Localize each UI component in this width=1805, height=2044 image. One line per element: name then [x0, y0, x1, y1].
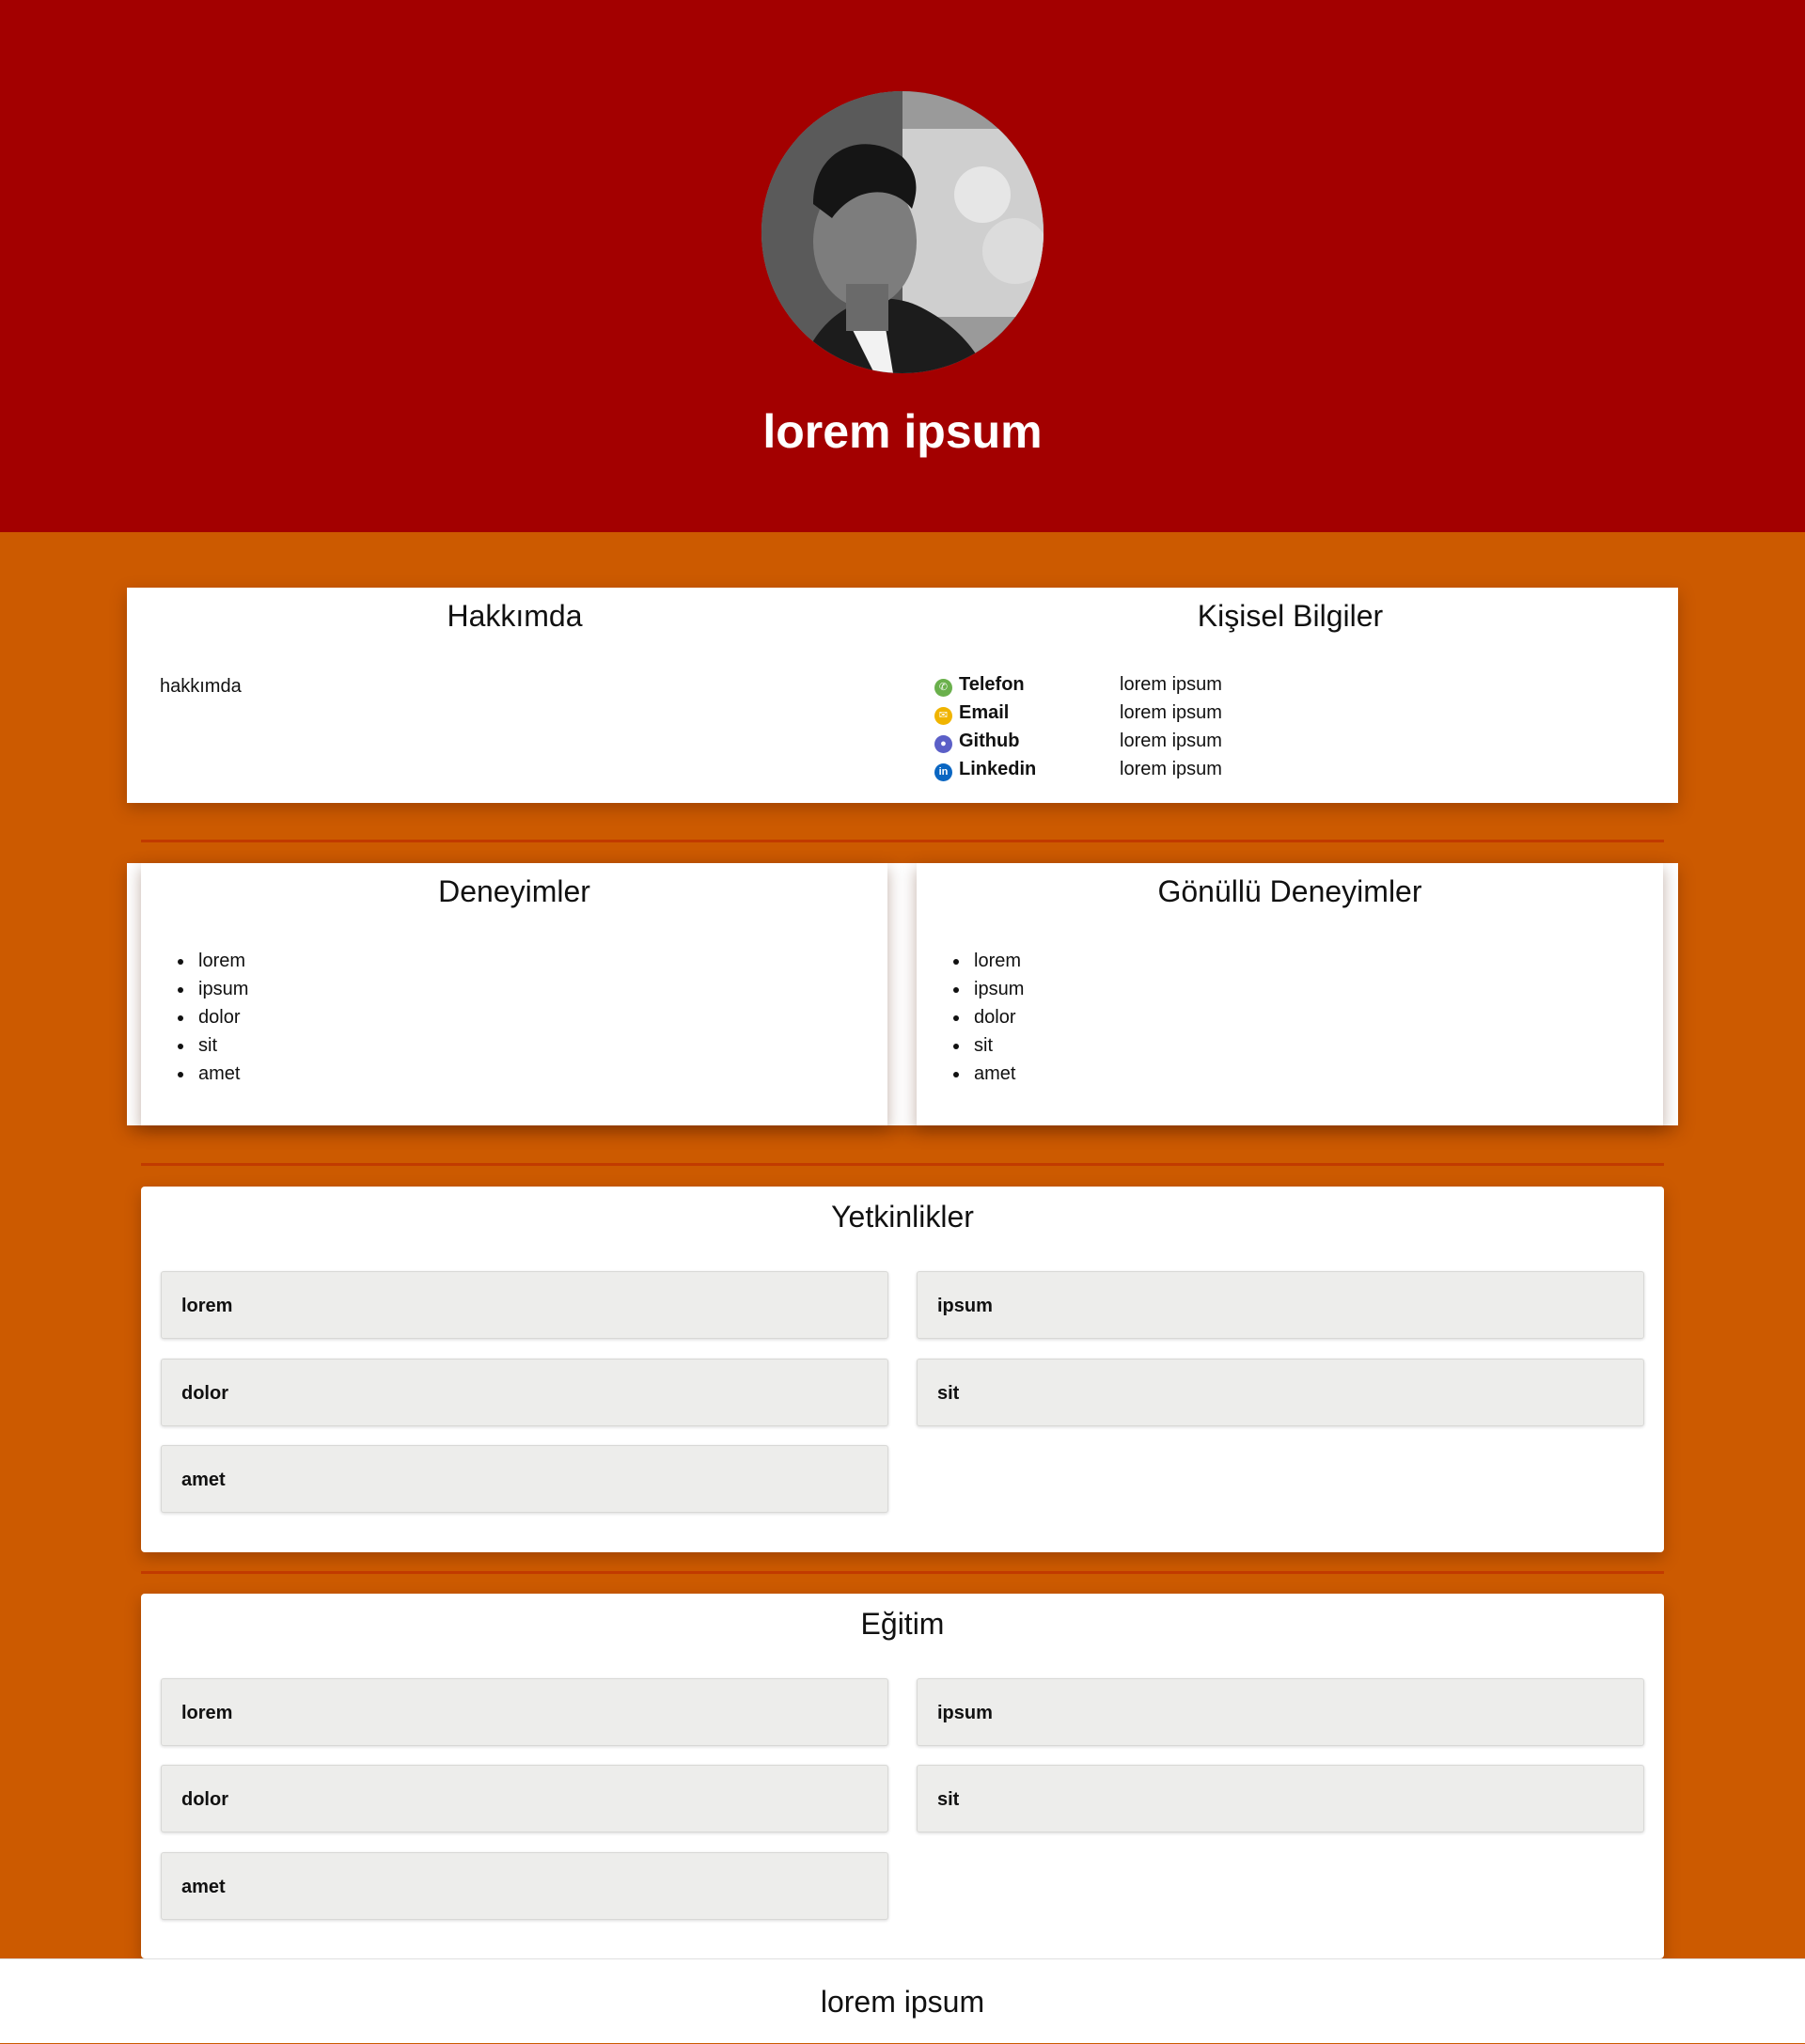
- github-icon: ●: [934, 735, 952, 753]
- volunteer-list: lorem ipsum dolor sit amet: [950, 947, 1024, 1088]
- info-row-linkedin: in Linkedin lorem ipsum: [934, 756, 1329, 784]
- profile-header: lorem ipsum: [0, 0, 1805, 532]
- phone-label: Telefon: [959, 674, 1025, 695]
- list-item: amet: [970, 1060, 1024, 1088]
- education-title: Eğitim: [860, 1607, 945, 1641]
- email-icon: ✉: [934, 707, 952, 725]
- volunteer-title: Gönüllü Deneyimler: [1157, 874, 1422, 908]
- profile-name: lorem ipsum: [762, 405, 1043, 458]
- education-tile: dolor: [161, 1765, 888, 1832]
- experience-title: Deneyimler: [438, 874, 590, 908]
- phone-icon: ✆: [934, 679, 952, 697]
- footer: lorem ipsum: [0, 1958, 1805, 2043]
- list-item: lorem: [195, 947, 248, 975]
- skill-tile: amet: [161, 1445, 888, 1513]
- skill-tile: lorem: [161, 1271, 888, 1339]
- education-tile: lorem: [161, 1678, 888, 1746]
- github-value: lorem ipsum: [1120, 731, 1222, 751]
- list-item: sit: [970, 1031, 1024, 1060]
- email-label: Email: [959, 702, 1010, 723]
- list-item: dolor: [195, 1003, 248, 1031]
- about-title: Hakkımda: [447, 599, 583, 633]
- linkedin-label: Linkedin: [959, 759, 1037, 779]
- section-divider: [141, 840, 1664, 842]
- skill-tile: dolor: [161, 1359, 888, 1426]
- github-label: Github: [959, 731, 1020, 751]
- education-tile: ipsum: [917, 1678, 1644, 1746]
- skill-tile: ipsum: [917, 1271, 1644, 1339]
- profile-photo-image: [761, 91, 1044, 373]
- section-divider: [141, 1571, 1664, 1574]
- linkedin-value: lorem ipsum: [1120, 759, 1222, 779]
- skills-title: Yetkinlikler: [831, 1200, 974, 1234]
- list-item: ipsum: [195, 975, 248, 1003]
- phone-value: lorem ipsum: [1120, 674, 1222, 695]
- info-row-github: ● Github lorem ipsum: [934, 728, 1329, 756]
- education-tile: sit: [917, 1765, 1644, 1832]
- email-value: lorem ipsum: [1120, 702, 1222, 723]
- education-tile: amet: [161, 1852, 888, 1920]
- about-text: hakkımda: [160, 676, 242, 697]
- info-row-phone: ✆ Telefon lorem ipsum: [934, 671, 1329, 700]
- section-divider: [141, 1163, 1664, 1166]
- list-item: lorem: [970, 947, 1024, 975]
- info-row-email: ✉ Email lorem ipsum: [934, 700, 1329, 728]
- list-item: ipsum: [970, 975, 1024, 1003]
- personal-info-title: Kişisel Bilgiler: [1197, 599, 1384, 633]
- linkedin-icon: in: [934, 763, 952, 781]
- profile-photo: [761, 91, 1044, 373]
- skill-tile: sit: [917, 1359, 1644, 1426]
- list-item: amet: [195, 1060, 248, 1088]
- experience-list: lorem ipsum dolor sit amet: [174, 947, 248, 1088]
- list-item: sit: [195, 1031, 248, 1060]
- list-item: dolor: [970, 1003, 1024, 1031]
